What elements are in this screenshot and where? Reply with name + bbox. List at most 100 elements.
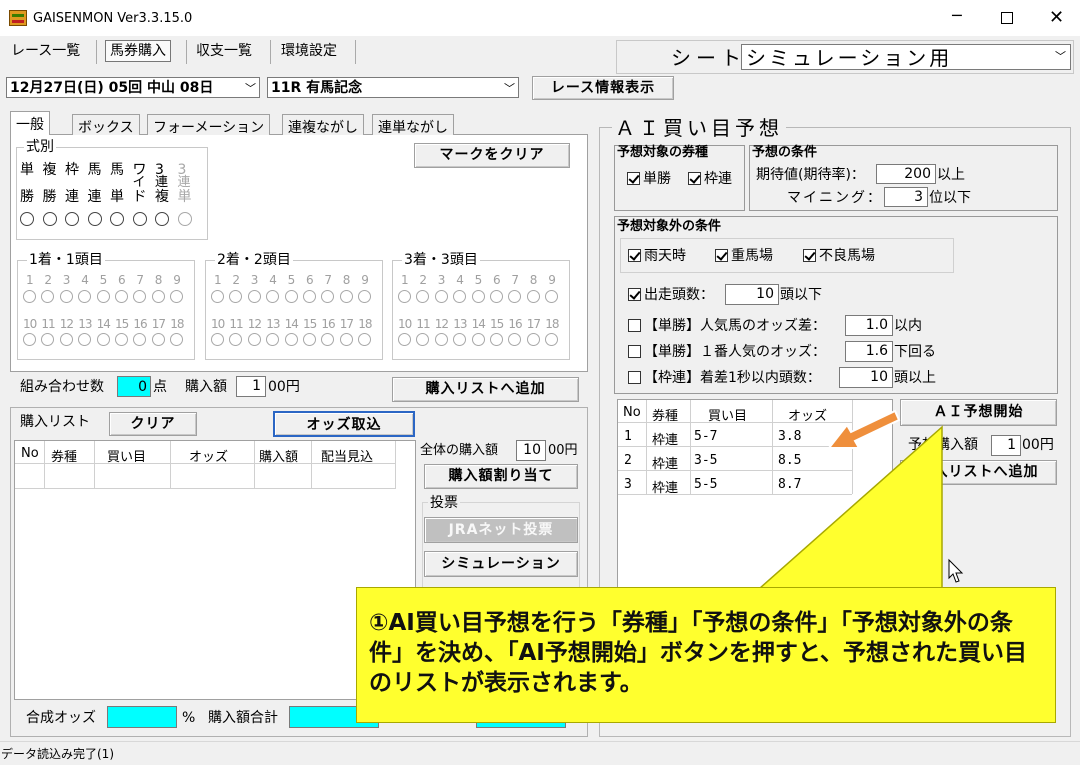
horse-radio[interactable] [115, 290, 128, 303]
tab-box[interactable]: ボックス [72, 114, 140, 136]
horse-number: 18 [170, 317, 184, 331]
minimize-icon[interactable]: ─ [952, 8, 962, 24]
bet-type-radio[interactable] [110, 212, 124, 226]
horse-number: 8 [154, 273, 163, 287]
bet-type-char: イ [132, 175, 146, 190]
maximize-icon[interactable] [1001, 12, 1013, 24]
horse-radio[interactable] [23, 290, 36, 303]
table-cell: 8.5 [778, 453, 802, 468]
race-select[interactable]: 11R 有馬記念 ﹀ [267, 77, 519, 98]
tab-formation[interactable]: フォーメーション [147, 114, 271, 136]
horse-radio[interactable] [284, 333, 298, 346]
menu-balance-list[interactable]: 収支一覧 [196, 44, 252, 58]
heavy-track-checkbox[interactable]: 重馬場 [715, 249, 773, 263]
tab-general[interactable]: 一般 [10, 111, 50, 135]
bet-type-radio[interactable] [65, 212, 79, 226]
horse-radio[interactable] [434, 290, 448, 303]
horse-radio[interactable] [398, 333, 411, 346]
simulation-button[interactable]: シミュレーション [424, 551, 578, 577]
jra-net-vote-button[interactable]: JRAネット投票 [424, 517, 578, 543]
horse-number: 9 [361, 273, 369, 287]
horse-radio[interactable] [490, 290, 503, 303]
horse-radio[interactable] [151, 290, 165, 303]
bad-track-checkbox[interactable]: 不良馬場 [803, 249, 875, 263]
horse-radio[interactable] [303, 333, 316, 346]
expected-value-input[interactable]: 200 [876, 164, 936, 184]
horse-radio[interactable] [490, 333, 503, 346]
bet-type-radio[interactable] [42, 212, 57, 226]
horse-number: 9 [548, 273, 556, 287]
horse-radio[interactable] [526, 333, 540, 346]
horse-radio[interactable] [211, 290, 224, 303]
ticket-win-checkbox[interactable]: 単勝 [627, 172, 671, 186]
favorite-odds-input[interactable]: 1.6 [845, 341, 893, 362]
bet-type-radio[interactable] [87, 212, 102, 226]
mining-input[interactable]: 3 [884, 187, 928, 207]
horse-radio[interactable] [284, 290, 298, 303]
bet-type-char: ド [132, 189, 147, 205]
horse-radio[interactable] [23, 333, 36, 346]
bet-type-char: 枠 [65, 162, 79, 178]
horse-number: 15 [303, 317, 317, 331]
horse-radio[interactable] [247, 333, 261, 346]
horse-radio[interactable] [471, 290, 485, 303]
horse-number: 9 [173, 273, 181, 287]
bet-type-radio[interactable] [155, 212, 169, 226]
column-header: 買い目 [708, 409, 748, 424]
horse-radio[interactable] [471, 333, 485, 346]
ai-results-table[interactable]: No 券種 買い目 オッズ 1 枠連 5-7 3.8 2 枠連 3-5 8.5 3 枠連 5-5 8.… [617, 399, 893, 589]
add-to-purchase-list-button[interactable]: 購入リストへ追加 [392, 377, 579, 402]
margin-count-checkbox[interactable]: 【枠連】着差1秒以内頭数： [628, 371, 821, 385]
prediction-amount-input[interactable]: 1 [991, 435, 1021, 456]
horse-radio[interactable] [59, 333, 73, 346]
odds-diff-checkbox[interactable]: 【単勝】人気馬のオッズ差： [628, 319, 826, 333]
menu-race-list[interactable]: レース一覧 [11, 44, 80, 58]
runners-checkbox[interactable]: 出走頭数： [628, 288, 714, 302]
horse-radio[interactable] [247, 290, 261, 303]
favorite-odds-checkbox[interactable]: 【単勝】１番人気のオッズ： [628, 345, 826, 359]
horse-radio[interactable] [434, 333, 448, 346]
horse-radio[interactable] [339, 333, 353, 346]
total-amount-input[interactable]: 10 [516, 440, 546, 461]
amount-input[interactable]: 1 [236, 376, 266, 397]
horse-number: 18 [358, 317, 372, 331]
menu-settings[interactable]: 環境設定 [281, 44, 337, 58]
horse-radio[interactable] [151, 333, 165, 346]
ai-add-to-list-button[interactable]: 購入リストへ追加 [900, 460, 1057, 485]
total-amount-label: 全体の購入額 [420, 443, 499, 458]
menu-bet-purchase[interactable]: 馬券購入 [105, 40, 171, 62]
horse-radio[interactable] [59, 290, 73, 303]
clear-button[interactable]: クリア [109, 412, 197, 436]
bet-type-radio[interactable] [132, 212, 147, 226]
ai-start-button[interactable]: ＡＩ予想開始 [900, 399, 1057, 426]
horse-radio[interactable] [96, 333, 110, 346]
race-value: 11R 有馬記念 [271, 80, 363, 96]
horse-radio[interactable] [96, 290, 110, 303]
ticket-bracket-checkbox[interactable]: 枠連 [688, 172, 732, 186]
horse-radio[interactable] [303, 290, 316, 303]
ai-panel-title: ＡＩ買い目予想 [612, 118, 786, 138]
horse-radio[interactable] [526, 290, 540, 303]
allocate-amount-button[interactable]: 購入額割り当て [424, 464, 578, 489]
horse-number: 7 [324, 273, 333, 287]
margin-count-input[interactable]: 10 [839, 367, 893, 388]
import-odds-button[interactable]: オッズ取込 [273, 411, 415, 437]
horse-radio[interactable] [211, 333, 224, 346]
tab-renpuku-nagashi[interactable]: 連複ながし [282, 114, 364, 136]
sheet-select[interactable]: シミュレーション用 ﹀ [741, 44, 1071, 70]
close-icon[interactable]: ✕ [1049, 9, 1064, 27]
tab-rentan-nagashi[interactable]: 連単ながし [372, 114, 454, 136]
horse-radio[interactable] [115, 333, 128, 346]
race-info-button[interactable]: レース情報表示 [532, 76, 674, 100]
horse-radio[interactable] [339, 290, 353, 303]
horse-radio[interactable] [398, 290, 411, 303]
odds-diff-input[interactable]: 1.0 [845, 315, 893, 336]
composite-odds-label: 合成オッズ [26, 710, 96, 726]
clear-mark-button[interactable]: マークをクリア [414, 143, 570, 168]
date-select[interactable]: 12月27日(日) 05回 中山 08日 ﹀ [6, 77, 260, 98]
bet-type-radio[interactable] [20, 212, 34, 226]
combo-count: 0 [117, 376, 151, 397]
rain-checkbox[interactable]: 雨天時 [628, 249, 686, 263]
runners-input[interactable]: 10 [725, 284, 779, 305]
horse-number: 2 [419, 273, 428, 287]
